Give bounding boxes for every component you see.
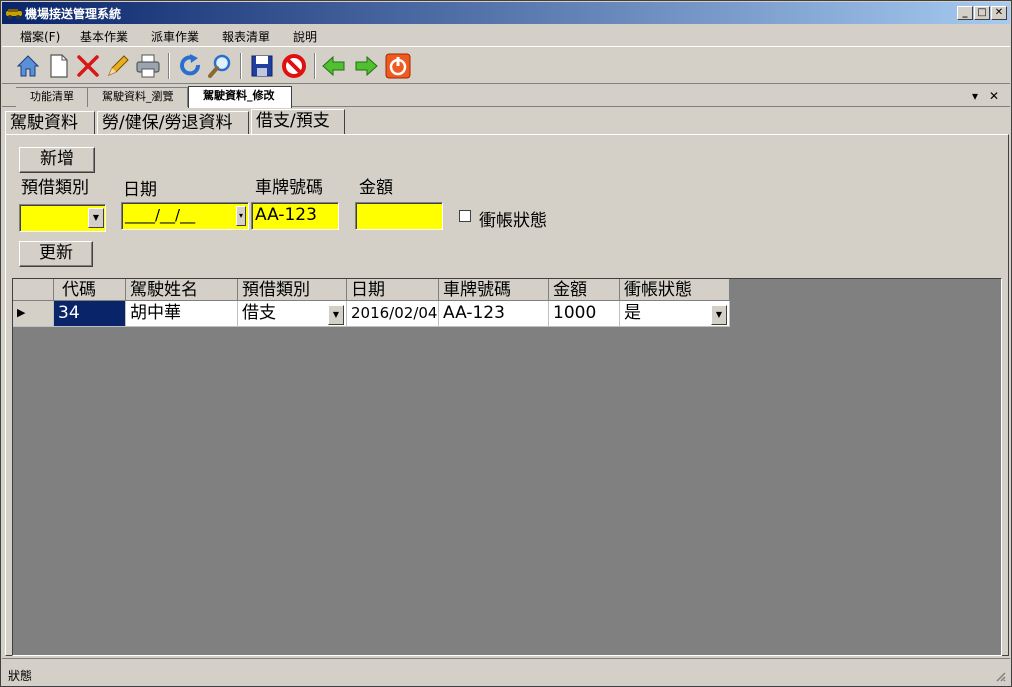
edit-icon[interactable]: [104, 52, 132, 80]
refresh-icon[interactable]: [176, 52, 204, 80]
chevron-down-icon[interactable]: ▼: [328, 305, 344, 325]
tab-advance-payment[interactable]: 借支/預支: [251, 109, 345, 135]
column-header[interactable]: 預借類別: [238, 279, 347, 301]
chevron-down-icon[interactable]: ▼: [88, 208, 104, 228]
menu-dispatch[interactable]: 派車作業: [151, 28, 199, 45]
advance-type-label: 預借類別: [21, 178, 89, 198]
date-picker-icon[interactable]: ▾: [236, 206, 246, 226]
document-tab-strip: 功能清單 駕駛資料_瀏覽 駕駛資料_修改 ▾ ✕: [2, 85, 1010, 108]
menu-file[interactable]: 檔案(F): [20, 28, 60, 45]
plate-number-input[interactable]: AA-123: [251, 202, 339, 230]
update-button[interactable]: 更新: [19, 241, 93, 267]
chevron-down-icon[interactable]: ▼: [711, 305, 727, 325]
tab-driver-info[interactable]: 駕駛資料: [5, 111, 95, 135]
tab-function-list[interactable]: 功能清單: [16, 87, 88, 107]
date-label: 日期: [123, 180, 157, 200]
date-input[interactable]: ____/__/__ ▾: [121, 202, 249, 230]
status-bar: 狀態: [2, 658, 1010, 686]
window-title: 機場接送管理系統: [25, 7, 122, 21]
row-header-corner: [13, 279, 54, 301]
column-header[interactable]: 日期: [347, 279, 439, 301]
table-cell[interactable]: 2016/02/04: [347, 301, 439, 327]
table-cell[interactable]: 1000: [549, 301, 620, 327]
advance-type-select[interactable]: ▼: [19, 204, 106, 232]
menu-reports[interactable]: 報表清單: [222, 28, 270, 45]
tab-driver-browse[interactable]: 駕駛資料_瀏覽: [88, 87, 188, 107]
amount-input[interactable]: [355, 202, 443, 230]
stop-icon[interactable]: [280, 52, 308, 80]
column-header[interactable]: 車牌號碼: [439, 279, 549, 301]
tab-driver-edit[interactable]: 駕駛資料_修改: [188, 86, 292, 108]
tab-insurance-info[interactable]: 勞/健保/勞退資料: [97, 111, 249, 135]
main-window: 機場接送管理系統 _ □ ✕ 檔案(F) 基本作業 派車作業 報表清單 說明 功…: [0, 0, 1012, 687]
menu-help[interactable]: 說明: [293, 28, 317, 45]
save-icon[interactable]: [248, 52, 276, 80]
advance-data-grid[interactable]: 代碼 駕駛姓名 預借類別 日期 車牌號碼 金額 衝帳狀態 ▶ 34 胡中華 借支…: [12, 278, 1002, 656]
tab-list-dropdown-icon[interactable]: ▾: [972, 89, 978, 103]
table-cell[interactable]: 胡中華: [126, 301, 238, 327]
menu-bar: 檔案(F) 基本作業 派車作業 報表清單 說明: [2, 24, 1010, 46]
close-window-button[interactable]: ✕: [991, 6, 1007, 20]
home-icon[interactable]: [14, 52, 42, 80]
print-icon[interactable]: [134, 52, 162, 80]
search-icon[interactable]: [206, 52, 234, 80]
status-text: 狀態: [8, 669, 33, 683]
table-cell[interactable]: 34: [54, 301, 126, 327]
maximize-button[interactable]: □: [974, 6, 990, 20]
forward-icon[interactable]: [352, 52, 380, 80]
toolbar: [2, 46, 1010, 84]
back-icon[interactable]: [320, 52, 348, 80]
plate-number-label: 車牌號碼: [255, 178, 323, 198]
row-selector-icon[interactable]: ▶: [13, 301, 54, 327]
delete-icon[interactable]: [74, 52, 102, 80]
amount-label: 金額: [359, 178, 393, 198]
table-cell[interactable]: AA-123: [439, 301, 549, 327]
new-document-icon[interactable]: [44, 52, 72, 80]
column-header[interactable]: 金額: [549, 279, 620, 301]
minimize-button[interactable]: _: [957, 6, 973, 20]
add-button[interactable]: 新增: [19, 147, 95, 173]
app-logo-icon: [6, 9, 22, 19]
settlement-status-checkbox[interactable]: [459, 210, 471, 222]
column-header[interactable]: 駕駛姓名: [126, 279, 238, 301]
date-value: ____/__/__: [125, 206, 196, 224]
close-tab-icon[interactable]: ✕: [989, 89, 999, 103]
menu-basic-operations[interactable]: 基本作業: [80, 28, 128, 45]
settlement-status-label: 衝帳狀態: [479, 211, 547, 231]
column-header[interactable]: 代碼: [54, 279, 126, 301]
resize-grip-icon[interactable]: [994, 670, 1006, 682]
power-icon[interactable]: [384, 52, 412, 80]
column-header[interactable]: 衝帳狀態: [620, 279, 730, 301]
title-bar: 機場接送管理系統 _ □ ✕: [2, 2, 1010, 24]
